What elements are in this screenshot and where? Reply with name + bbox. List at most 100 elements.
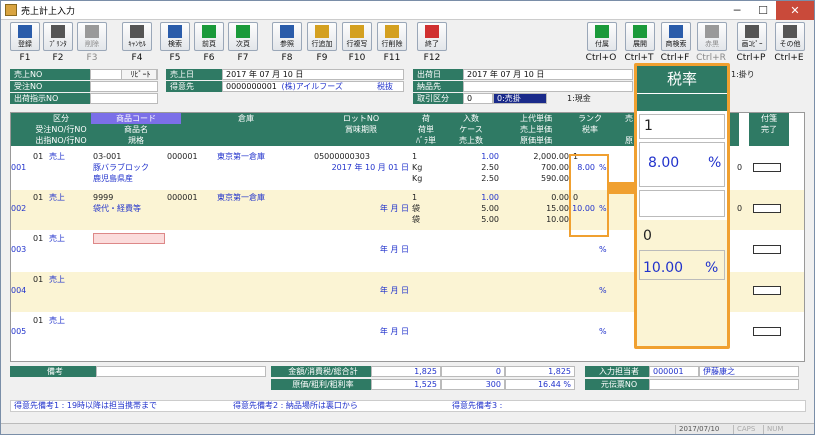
- case-qty[interactable]: 2.50: [441, 162, 499, 173]
- tax-rate[interactable]: [571, 285, 595, 296]
- origin-input[interactable]: [649, 379, 799, 390]
- sale-price[interactable]: [501, 326, 569, 337]
- case-qty[interactable]: [441, 326, 499, 337]
- maximize-button[interactable]: ☐: [750, 1, 776, 20]
- delete-button[interactable]: 削除: [77, 22, 107, 51]
- staff-code[interactable]: 000001: [649, 366, 699, 377]
- other-button[interactable]: その他: [775, 22, 805, 51]
- case-qty[interactable]: [441, 285, 499, 296]
- product-code-input[interactable]: 9999: [93, 192, 165, 203]
- minimize-button[interactable]: ─: [724, 1, 750, 20]
- quantity[interactable]: [441, 274, 499, 285]
- search-button[interactable]: 検索: [160, 22, 190, 51]
- slip-type[interactable]: 1:掛り: [731, 69, 755, 80]
- tax-rate[interactable]: [571, 244, 595, 255]
- reference-button[interactable]: 参照: [272, 22, 302, 51]
- sale-price[interactable]: [501, 285, 569, 296]
- expiry-date[interactable]: 年 月 日: [311, 203, 409, 214]
- division-code[interactable]: 01: [33, 233, 43, 244]
- cost-price[interactable]: [501, 255, 569, 266]
- quantity[interactable]: [441, 315, 499, 326]
- tag-checkbox[interactable]: [753, 327, 781, 336]
- cost-price[interactable]: [501, 296, 569, 307]
- product-code-input[interactable]: [93, 233, 165, 244]
- division-code[interactable]: 01: [33, 151, 43, 162]
- next-button[interactable]: 次頁: [228, 22, 258, 51]
- division-code[interactable]: 01: [33, 192, 43, 203]
- trade-code[interactable]: 0: [463, 93, 493, 104]
- cost-price[interactable]: 590.00: [501, 173, 569, 184]
- quantity[interactable]: [441, 233, 499, 244]
- expiry-date[interactable]: 2017 年 10 月 01 日: [311, 162, 409, 173]
- red-black-button[interactable]: 赤黒: [697, 22, 727, 51]
- sale-qty[interactable]: [441, 255, 499, 266]
- product-spec[interactable]: 鹿児島県産: [93, 173, 133, 184]
- product-code-input[interactable]: 03-001: [93, 151, 165, 162]
- quantity[interactable]: 1.00: [441, 151, 499, 162]
- expiry-date[interactable]: 年 月 日: [311, 244, 409, 255]
- list-price[interactable]: [501, 274, 569, 285]
- expiry-date[interactable]: 年 月 日: [311, 285, 409, 296]
- division-code[interactable]: 01: [33, 274, 43, 285]
- cancel-button[interactable]: ｷｬﾝｾﾙ: [122, 22, 152, 51]
- customer-input[interactable]: 0000000001 (株)アイルフーズ 税抜: [222, 81, 404, 92]
- list-price[interactable]: [501, 315, 569, 326]
- tag-checkbox[interactable]: [753, 204, 781, 213]
- row-delete-button[interactable]: 行削除: [377, 22, 407, 51]
- division-name[interactable]: 売上: [49, 274, 65, 285]
- receipt-no-input[interactable]: [90, 81, 158, 92]
- close-button[interactable]: ✕: [776, 1, 814, 20]
- division-code[interactable]: 01: [33, 315, 43, 326]
- screen-copy-button[interactable]: 画ｺﾋﾟｰ: [737, 22, 767, 51]
- list-price[interactable]: 2,000.00: [501, 151, 569, 162]
- product-name[interactable]: 豚バラブロック: [93, 162, 149, 173]
- pack-qty[interactable]: 1: [412, 151, 417, 162]
- trade-cash-option[interactable]: 1:現金: [567, 93, 591, 104]
- quantity[interactable]: 1.00: [441, 192, 499, 203]
- sale-qty[interactable]: 2.50: [441, 173, 499, 184]
- repeat-button[interactable]: ﾘﾋﾟｰﾄ: [121, 69, 157, 80]
- ship-instr-input[interactable]: [90, 93, 158, 104]
- ship-date-input[interactable]: 2017 年 07 月 10 日: [463, 69, 633, 80]
- tag-checkbox[interactable]: [753, 286, 781, 295]
- case-qty[interactable]: [441, 244, 499, 255]
- register-button[interactable]: 登録: [10, 22, 40, 51]
- sale-price[interactable]: [501, 244, 569, 255]
- division-name[interactable]: 売上: [49, 233, 65, 244]
- tag-checkbox[interactable]: [753, 163, 781, 172]
- sale-qty[interactable]: 5.00: [441, 214, 499, 225]
- product-code-input[interactable]: [93, 274, 165, 285]
- memo-input[interactable]: [96, 366, 266, 377]
- sale-qty[interactable]: [441, 296, 499, 307]
- attach-button[interactable]: 付属: [587, 22, 617, 51]
- product-code-input[interactable]: [93, 315, 165, 326]
- sale-price[interactable]: 700.00: [501, 162, 569, 173]
- delivery-input[interactable]: [463, 81, 633, 92]
- division-name[interactable]: 売上: [49, 315, 65, 326]
- trade-select[interactable]: 0:売掛: [493, 93, 547, 104]
- pack-qty[interactable]: 1: [412, 192, 417, 203]
- row-copy-button[interactable]: 行複写: [342, 22, 372, 51]
- sales-date-input[interactable]: 2017 年 07 月 10 日: [222, 69, 404, 80]
- list-price[interactable]: [501, 233, 569, 244]
- product-name[interactable]: 袋代・経費等: [93, 203, 141, 214]
- division-name[interactable]: 売上: [49, 192, 65, 203]
- sale-qty[interactable]: [441, 337, 499, 348]
- list-price[interactable]: 0.00: [501, 192, 569, 203]
- product-search-button[interactable]: 商検索: [661, 22, 691, 51]
- exit-button[interactable]: 終了: [417, 22, 447, 51]
- lot-number[interactable]: 05000000303: [314, 151, 370, 162]
- case-qty[interactable]: 5.00: [441, 203, 499, 214]
- cost-price[interactable]: 10.00: [501, 214, 569, 225]
- expiry-date[interactable]: 年 月 日: [311, 326, 409, 337]
- division-name[interactable]: 売上: [49, 151, 65, 162]
- cost-price[interactable]: [501, 337, 569, 348]
- print-button[interactable]: ﾌﾟﾘﾝﾀ: [43, 22, 73, 51]
- row-add-button[interactable]: 行追加: [307, 22, 337, 51]
- sale-price[interactable]: 15.00: [501, 203, 569, 214]
- warehouse-code[interactable]: 000001: [167, 151, 198, 162]
- tag-checkbox[interactable]: [753, 245, 781, 254]
- tax-rate[interactable]: [571, 326, 595, 337]
- prev-button[interactable]: 前頁: [194, 22, 224, 51]
- warehouse-code[interactable]: 000001: [167, 192, 198, 203]
